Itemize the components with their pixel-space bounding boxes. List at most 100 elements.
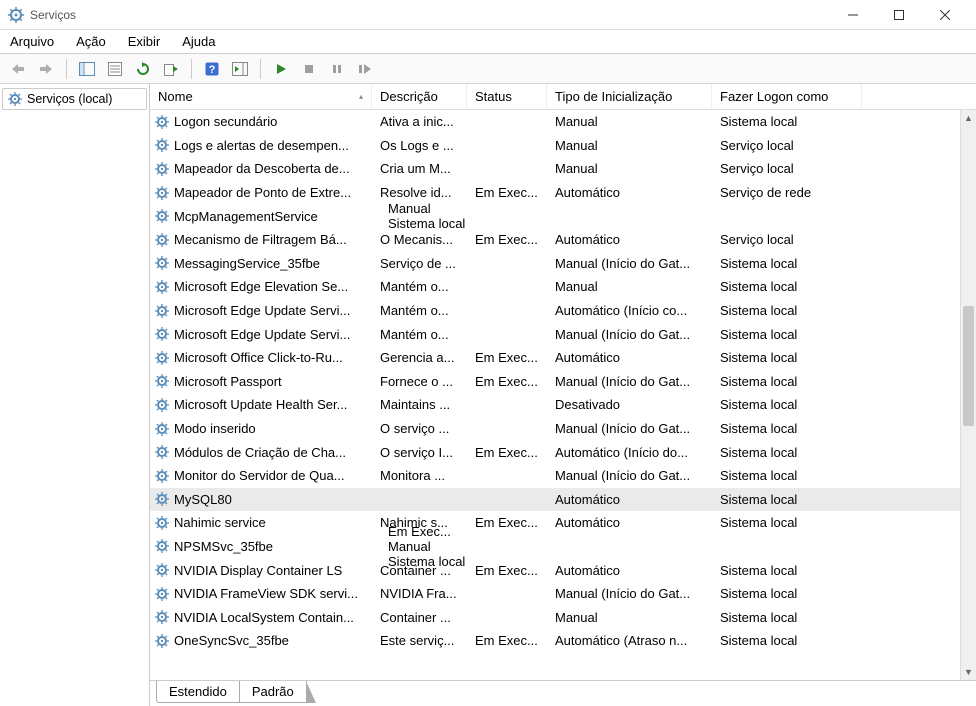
service-name: Logs e alertas de desempen... [174,138,349,153]
tree-pane: Serviços (local) [0,84,150,706]
service-row[interactable]: Microsoft Edge Elevation Se...Mantém o..… [150,275,960,299]
service-logon: Sistema local [712,563,862,578]
window-controls [830,0,968,30]
service-name: OneSyncSvc_35fbe [174,633,289,648]
forward-button[interactable] [34,57,58,81]
gear-icon [154,350,170,366]
vertical-scrollbar[interactable]: ▲ ▼ [960,110,976,680]
service-row[interactable]: NVIDIA Display Container LSContainer ...… [150,558,960,582]
tab-edge [306,681,316,703]
service-row[interactable]: OneSyncSvc_35fbeEste serviç...Em Exec...… [150,629,960,653]
service-startup: Manual [380,539,467,554]
service-row[interactable]: Microsoft Edge Update Servi...Mantém o..… [150,322,960,346]
service-row[interactable]: NPSMSvc_35fbeEm Exec...ManualSistema loc… [150,535,960,559]
service-logon: Sistema local [380,216,467,231]
scroll-thumb[interactable] [963,306,974,426]
service-description: Maintains ... [372,397,467,412]
service-startup: Manual [547,138,712,153]
stop-service-button[interactable] [297,57,321,81]
services-app-icon [8,7,24,23]
service-logon: Sistema local [712,492,862,507]
show-hide-tree-button[interactable] [75,57,99,81]
service-startup: Manual (Início do Gat... [547,468,712,483]
service-startup: Manual [547,114,712,129]
column-header-description[interactable]: Descrição [372,84,467,109]
service-row[interactable]: Modo inseridoO serviço ...Manual (Início… [150,417,960,441]
service-startup: Automático (Início co... [547,303,712,318]
service-row[interactable]: NVIDIA LocalSystem Contain...Container .… [150,605,960,629]
service-description: O serviço ... [372,421,467,436]
service-description: O Mecanis... [372,232,467,247]
scroll-down-button[interactable]: ▼ [961,664,976,680]
service-row[interactable]: NVIDIA FrameView SDK servi...NVIDIA Fra.… [150,582,960,606]
tab-standard[interactable]: Padrão [239,681,307,703]
column-header-status[interactable]: Status [467,84,547,109]
service-status: Em Exec... [467,445,547,460]
minimize-button[interactable] [830,0,876,30]
show-hide-action-pane-button[interactable] [228,57,252,81]
service-startup: Manual [547,610,712,625]
refresh-button[interactable] [131,57,155,81]
service-startup: Manual [380,201,467,216]
column-header-startup[interactable]: Tipo de Inicialização [547,84,712,109]
service-startup: Manual [547,161,712,176]
column-header-name[interactable]: Nome ▴ [150,84,372,109]
service-name: MySQL80 [174,492,232,507]
service-logon: Serviço de rede [712,185,862,200]
service-name: Microsoft Update Health Ser... [174,397,347,412]
service-name: NVIDIA LocalSystem Contain... [174,610,354,625]
service-startup: Manual (Início do Gat... [547,374,712,389]
service-startup: Manual (Início do Gat... [547,327,712,342]
service-row[interactable]: Mapeador de Ponto de Extre...Resolve id.… [150,181,960,205]
menu-ajuda[interactable]: Ajuda [178,32,219,51]
scroll-up-button[interactable]: ▲ [961,110,976,126]
restart-service-button[interactable] [353,57,377,81]
service-row[interactable]: McpManagementService ManualSistema local [150,204,960,228]
service-logon: Sistema local [712,303,862,318]
back-button[interactable] [6,57,30,81]
export-list-button[interactable] [159,57,183,81]
menu-exibir[interactable]: Exibir [124,32,165,51]
service-row[interactable]: Logs e alertas de desempen...Os Logs e .… [150,134,960,158]
menu-acao[interactable]: Ação [72,32,110,51]
menu-arquivo[interactable]: Arquivo [6,32,58,51]
service-row[interactable]: Monitor do Servidor de Qua...Monitora ..… [150,464,960,488]
close-button[interactable] [922,0,968,30]
maximize-button[interactable] [876,0,922,30]
gear-icon [154,114,170,130]
service-logon: Sistema local [712,586,862,601]
service-description: Serviço de ... [372,256,467,271]
service-logon: Sistema local [712,114,862,129]
service-logon: Sistema local [712,279,862,294]
gear-icon [154,538,170,554]
service-row[interactable]: Microsoft Edge Update Servi...Mantém o..… [150,299,960,323]
tree-item-services-local[interactable]: Serviços (local) [2,88,147,110]
service-row[interactable]: Nahimic serviceNahimic s...Em Exec...Aut… [150,511,960,535]
service-status: Em Exec... [467,350,547,365]
scroll-track[interactable] [961,126,976,664]
service-row[interactable]: Microsoft Update Health Ser... Maintains … [150,393,960,417]
service-row[interactable]: Logon secundárioAtiva a inic...ManualSis… [150,110,960,134]
service-row[interactable]: MessagingService_35fbeServiço de ...Manu… [150,252,960,276]
service-row[interactable]: Mapeador da Descoberta de...Cria um M...… [150,157,960,181]
pause-service-button[interactable] [325,57,349,81]
gear-icon [7,91,23,107]
service-row[interactable]: MySQL80AutomáticoSistema local [150,488,960,512]
service-startup: Desativado [547,397,712,412]
gear-icon [154,609,170,625]
service-row[interactable]: Microsoft Office Click-to-Ru...Gerencia … [150,346,960,370]
service-row[interactable]: Microsoft PassportFornece o ...Em Exec..… [150,370,960,394]
service-name: McpManagementService [174,209,318,224]
service-startup: Automático (Início do... [547,445,712,460]
service-row[interactable]: Módulos de Criação de Cha...O serviço I.… [150,440,960,464]
tab-extended[interactable]: Estendido [156,681,240,703]
start-service-button[interactable] [269,57,293,81]
service-status: Em Exec... [467,374,547,389]
service-logon: Serviço local [712,232,862,247]
service-row[interactable]: Mecanismo de Filtragem Bá...O Mecanis...… [150,228,960,252]
service-name: Microsoft Edge Update Servi... [174,327,350,342]
column-header-logon[interactable]: Fazer Logon como [712,84,862,109]
help-button[interactable]: ? [200,57,224,81]
service-name: Microsoft Office Click-to-Ru... [174,350,343,365]
properties-button[interactable] [103,57,127,81]
